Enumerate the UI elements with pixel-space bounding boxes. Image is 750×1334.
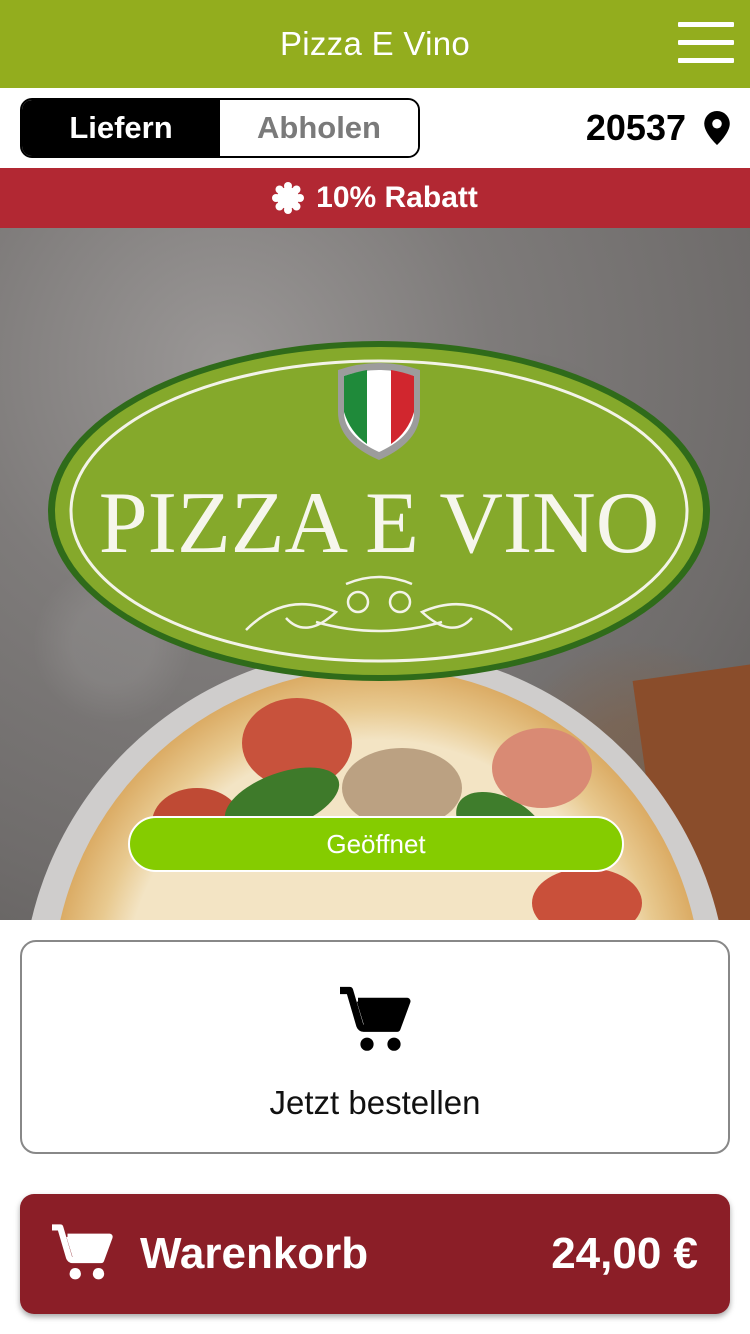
cart-icon xyxy=(340,986,411,1051)
logo-text: PIZZA E VINO xyxy=(99,475,660,572)
app-title: Pizza E Vino xyxy=(279,25,471,62)
order-now-label: Jetzt bestellen xyxy=(269,1084,481,1121)
tab-liefern[interactable]: Liefern xyxy=(22,100,220,156)
location-selector[interactable]: 20537 xyxy=(586,98,730,158)
open-status-badge: Geöffnet xyxy=(128,816,624,872)
hero-image: PIZZA E VINO Geöffnet xyxy=(0,228,750,920)
cart-icon xyxy=(52,1224,113,1280)
cart-label: Warenkorb xyxy=(140,1229,369,1278)
restaurant-logo: PIZZA E VINO xyxy=(48,341,710,681)
discount-banner[interactable]: 10% Rabatt xyxy=(0,168,750,228)
cart-button[interactable]: Warenkorb 24,00 € xyxy=(20,1194,730,1314)
app-bar: Pizza E Vino xyxy=(0,0,750,88)
discount-text: 10% Rabatt xyxy=(316,181,478,214)
cart-total: 24,00 € xyxy=(551,1229,698,1278)
badge-icon xyxy=(272,182,305,214)
zip-code: 20537 xyxy=(585,107,686,148)
tab-abholen[interactable]: Abholen xyxy=(220,100,418,156)
delivery-mode-toggle: Liefern Abholen xyxy=(20,98,420,158)
location-pin-icon xyxy=(704,111,730,145)
hamburger-menu-icon[interactable] xyxy=(678,22,734,64)
